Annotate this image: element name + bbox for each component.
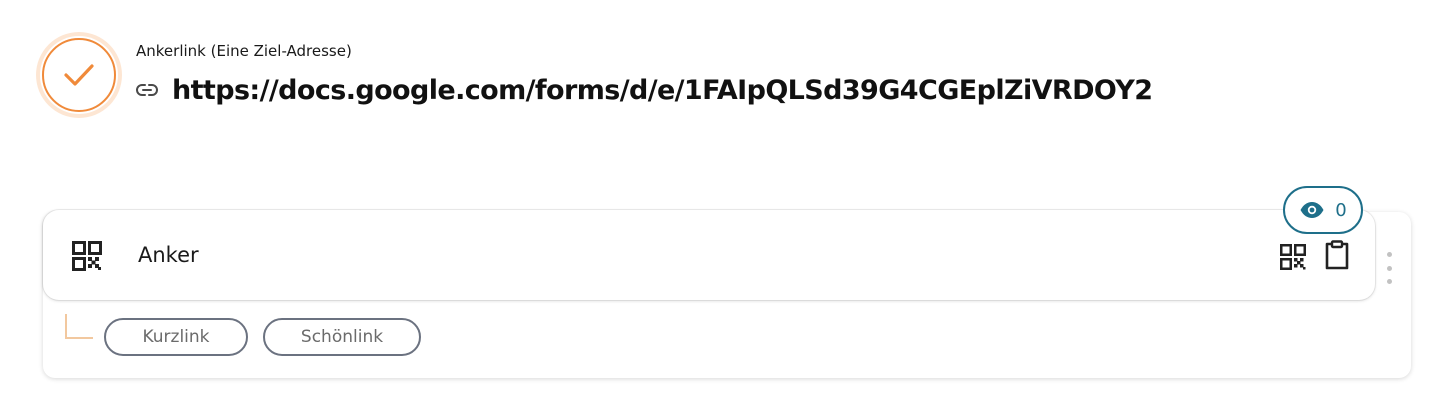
more-options-icon[interactable] bbox=[1383, 252, 1395, 284]
qr-code-action-icon[interactable] bbox=[1280, 244, 1306, 270]
target-url-row: https://docs.google.com/forms/d/e/1FAIpQ… bbox=[136, 70, 1152, 110]
views-counter-button[interactable]: 0 bbox=[1283, 186, 1363, 234]
page: Ankerlink (Eine Ziel-Adresse) https://do… bbox=[0, 0, 1433, 408]
link-row[interactable] bbox=[43, 210, 1375, 300]
link-title: Anker bbox=[138, 243, 199, 267]
link-type-label: Ankerlink (Eine Ziel-Adresse) bbox=[136, 42, 352, 60]
target-url[interactable]: https://docs.google.com/forms/d/e/1FAIpQ… bbox=[172, 75, 1152, 106]
views-count: 0 bbox=[1335, 199, 1347, 221]
short-link-chip[interactable]: Kurzlink bbox=[104, 318, 248, 356]
eye-icon bbox=[1300, 202, 1324, 218]
clipboard-icon[interactable] bbox=[1323, 240, 1351, 270]
pretty-link-chip[interactable]: Schönlink bbox=[263, 318, 421, 356]
branch-connector bbox=[65, 314, 93, 339]
status-indicator bbox=[36, 32, 122, 118]
check-icon bbox=[64, 64, 94, 86]
qr-code-icon bbox=[72, 241, 102, 271]
link-icon bbox=[136, 78, 160, 102]
